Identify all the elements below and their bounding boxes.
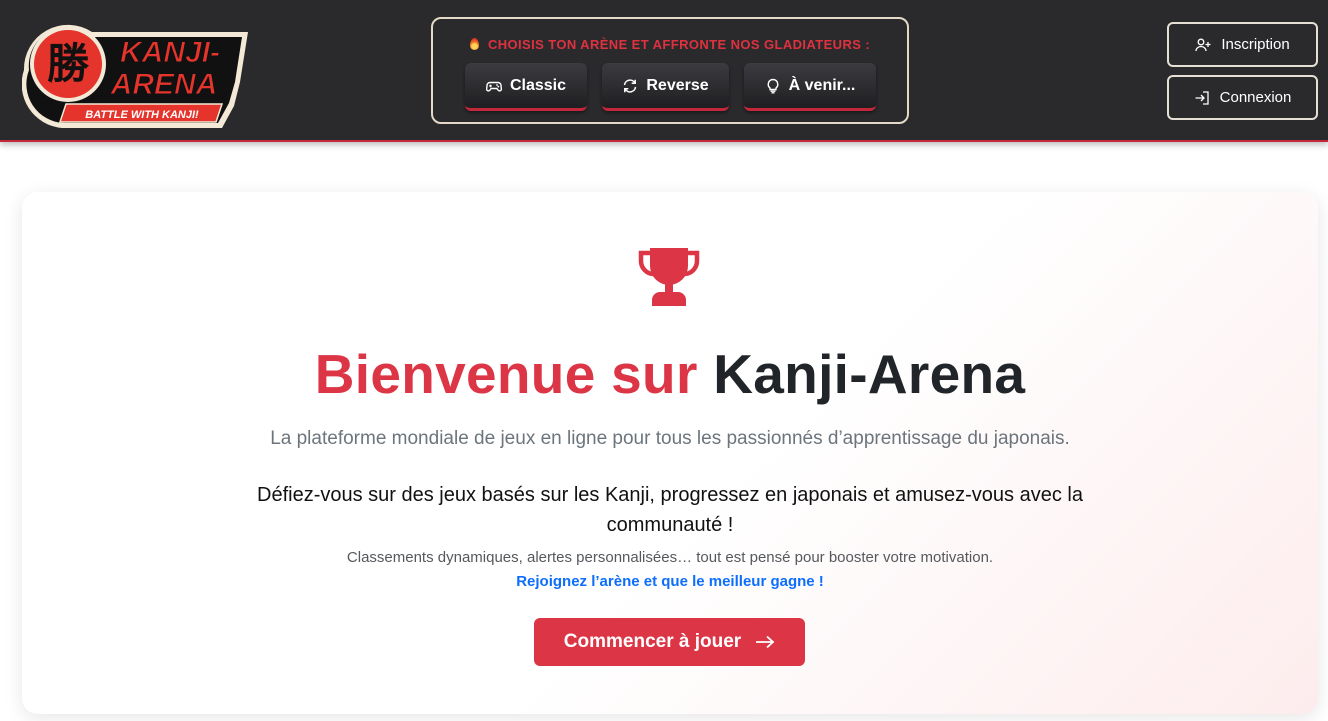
logo-word-arena: ARENA [110,68,218,101]
signup-label: Inscription [1221,36,1290,53]
kanji-arena-logo[interactable]: 勝 KANJI- ARENA BATTLE WITH KANJI! [22,12,252,132]
logo-word-kanji: KANJI- [120,36,220,69]
arena-chooser: CHOISIS TON ARÈNE ET AFFRONTE NOS GLADIA… [431,17,909,124]
user-plus-icon [1195,37,1211,53]
reverse-mode-button[interactable]: Reverse [602,63,729,111]
login-icon [1194,90,1210,106]
logo-tagline: BATTLE WITH KANJI! [85,109,199,121]
coming-soon-button[interactable]: À venir... [744,63,876,111]
login-label: Connexion [1219,89,1292,106]
logo-kanji: 勝 [47,39,90,88]
title-brand: Kanji-Arena [713,343,1026,405]
reverse-mode-label: Reverse [646,76,709,94]
login-button[interactable]: Connexion [1167,75,1318,120]
start-playing-button[interactable]: Commencer à jouer [534,618,805,666]
arrow-right-icon [755,635,775,649]
classic-mode-label: Classic [509,76,567,94]
start-playing-label: Commencer à jouer [563,631,742,652]
top-navbar: 勝 KANJI- ARENA BATTLE WITH KANJI! CHOISI… [0,0,1328,142]
classic-mode-button[interactable]: Classic [465,63,587,111]
logo-graphic: 勝 KANJI- ARENA BATTLE WITH KANJI! [22,24,248,128]
flame-icon [469,38,479,50]
title-welcome: Bienvenue sur [314,343,698,405]
arena-chooser-title: CHOISIS TON ARÈNE ET AFFRONTE NOS GLADIA… [433,37,907,52]
page-title: Bienvenue sur Kanji-Arena [22,342,1318,406]
motivation-text: Classements dynamiques, alertes personna… [346,549,994,566]
signup-button[interactable]: Inscription [1167,22,1318,67]
subtitle: La plateforme mondiale de jeux en ligne … [270,428,1070,449]
description: Défiez-vous sur des jeux basés sur les K… [257,484,1083,536]
coming-soon-label: À venir... [788,76,856,94]
join-text: Rejoignez l’arène et que le meilleur gag… [516,573,824,590]
gamepad-icon [485,78,502,94]
welcome-card: Bienvenue sur Kanji-Arena La plateforme … [22,192,1318,714]
refresh-icon [622,78,638,94]
trophy-icon [636,244,702,310]
lightbulb-icon [765,78,781,94]
